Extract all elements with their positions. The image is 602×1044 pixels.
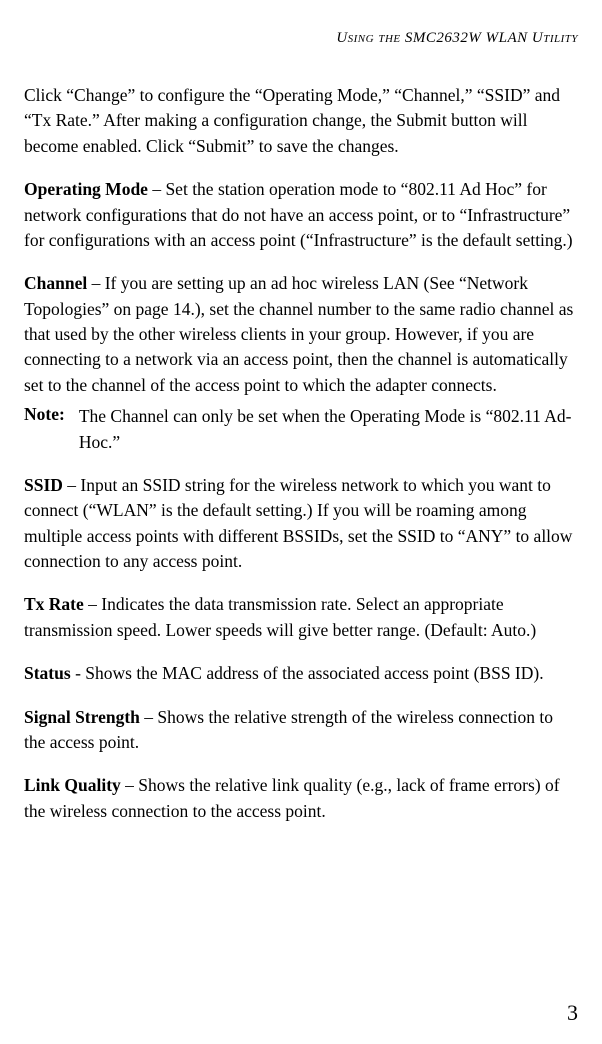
status-title: Status [24, 663, 71, 683]
link-quality-paragraph: Link Quality – Shows the relative link q… [24, 773, 578, 824]
note-body: The Channel can only be set when the Ope… [79, 404, 578, 455]
page-number: 3 [567, 1000, 578, 1026]
channel-title: Channel [24, 273, 87, 293]
link-quality-title: Link Quality [24, 775, 121, 795]
note-row: Note: The Channel can only be set when t… [24, 404, 578, 455]
tx-rate-title: Tx Rate [24, 594, 84, 614]
operating-mode-paragraph: Operating Mode – Set the station operati… [24, 177, 578, 253]
signal-strength-paragraph: Signal Strength – Shows the relative str… [24, 705, 578, 756]
channel-body: – If you are setting up an ad hoc wirele… [24, 273, 573, 395]
ssid-title: SSID [24, 475, 63, 495]
operating-mode-title: Operating Mode [24, 179, 148, 199]
tx-rate-paragraph: Tx Rate – Indicates the data transmissio… [24, 592, 578, 643]
status-body: - Shows the MAC address of the associate… [71, 663, 544, 683]
ssid-body: – Input an SSID string for the wireless … [24, 475, 572, 571]
status-paragraph: Status - Shows the MAC address of the as… [24, 661, 578, 686]
tx-rate-body: – Indicates the data transmission rate. … [24, 594, 536, 639]
running-head: Using the SMC2632W WLAN Utility [24, 30, 578, 47]
note-label: Note: [24, 404, 65, 455]
ssid-paragraph: SSID – Input an SSID string for the wire… [24, 473, 578, 575]
channel-paragraph: Channel – If you are setting up an ad ho… [24, 271, 578, 398]
document-page: Using the SMC2632W WLAN Utility Click “C… [0, 0, 602, 1044]
signal-strength-title: Signal Strength [24, 707, 140, 727]
intro-paragraph: Click “Change” to configure the “Operati… [24, 83, 578, 159]
